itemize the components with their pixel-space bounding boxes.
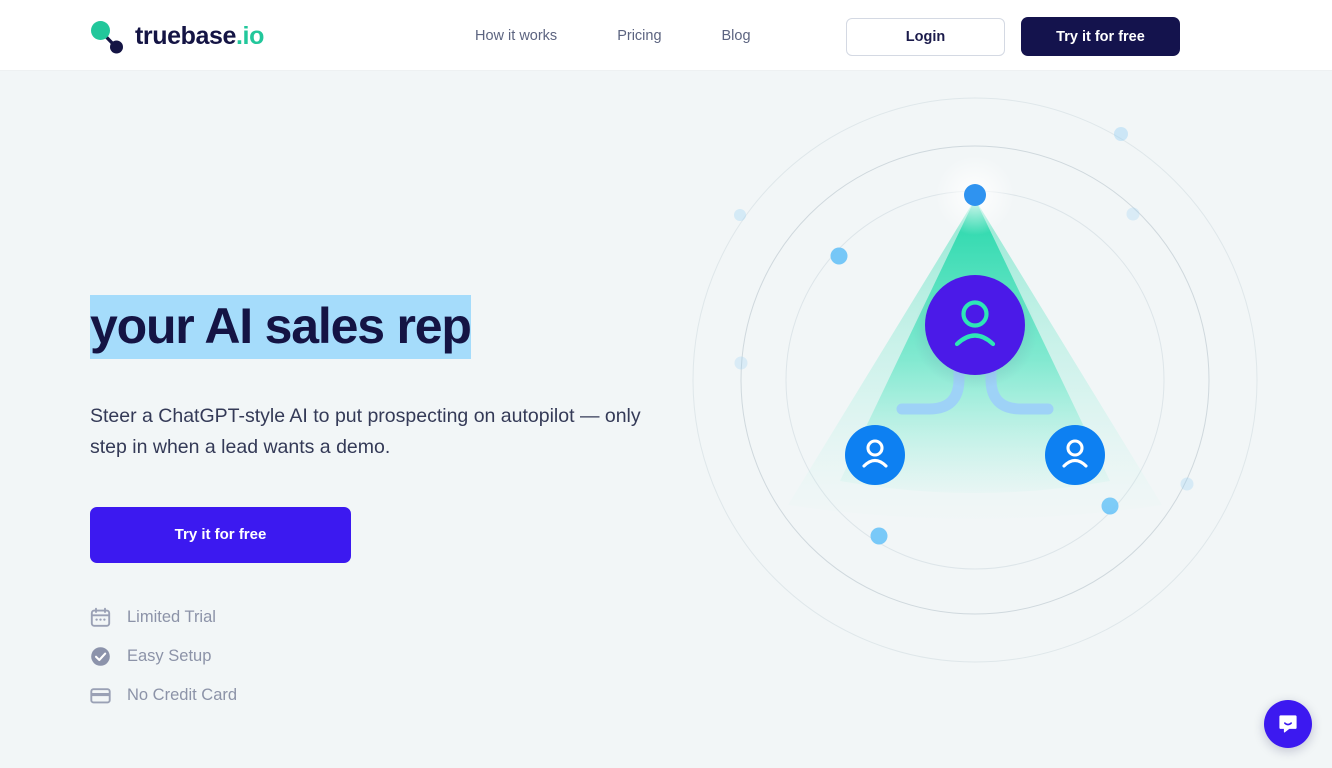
hero-copy: your AI sales rep Steer a ChatGPT-style … xyxy=(90,295,690,706)
logo-mark-icon xyxy=(91,21,123,54)
hero-subheadline: Steer a ChatGPT-style AI to put prospect… xyxy=(90,405,641,458)
ai-sales-rep-network-diagram xyxy=(692,97,1258,663)
hero-try-free-button[interactable]: Try it for free xyxy=(90,506,351,563)
header-actions: Login Try it for free xyxy=(846,17,1180,56)
logo-name-suffix: .io xyxy=(236,21,264,50)
logo-link[interactable]: truebase.io xyxy=(88,16,264,56)
nav-item-blog[interactable]: Blog xyxy=(722,28,751,44)
page-title-text: your AI sales rep xyxy=(90,295,472,359)
credit-card-icon xyxy=(90,687,111,703)
calendar-icon xyxy=(90,607,111,627)
feature-label: Limited Trial xyxy=(127,607,216,626)
logo-text: truebase.io xyxy=(135,22,264,51)
check-circle-icon xyxy=(91,646,110,666)
feature-item-easy-setup: Easy Setup xyxy=(90,646,690,667)
feature-label: No Credit Card xyxy=(127,685,238,704)
feature-item-limited-trial: Limited Trial xyxy=(90,607,690,628)
child-node-left xyxy=(845,425,905,485)
top-node-dot xyxy=(964,184,986,206)
page-title: your AI sales rep xyxy=(90,295,690,359)
feature-label: Easy Setup xyxy=(127,646,212,665)
nav-item-pricing[interactable]: Pricing xyxy=(617,28,661,44)
site-header: truebase.io How it works Pricing Blog Lo… xyxy=(0,0,1332,71)
login-button[interactable]: Login xyxy=(846,17,1005,56)
hero-section: your AI sales rep Steer a ChatGPT-style … xyxy=(0,71,1332,768)
main-nav: How it works Pricing Blog xyxy=(475,0,751,71)
feature-item-no-credit-card: No Credit Card xyxy=(90,685,690,706)
child-node-right xyxy=(1045,425,1105,485)
header-try-free-button[interactable]: Try it for free xyxy=(1021,17,1180,56)
nav-item-how-it-works[interactable]: How it works xyxy=(475,28,557,44)
chat-bubble-smile-icon xyxy=(1279,715,1297,733)
hero-illustration xyxy=(660,71,1332,768)
intercom-chat-button[interactable] xyxy=(1264,700,1312,748)
logo-name-main: truebase xyxy=(135,21,237,50)
hero-feature-list: Limited Trial Easy Setup No Credit Card xyxy=(90,607,690,706)
